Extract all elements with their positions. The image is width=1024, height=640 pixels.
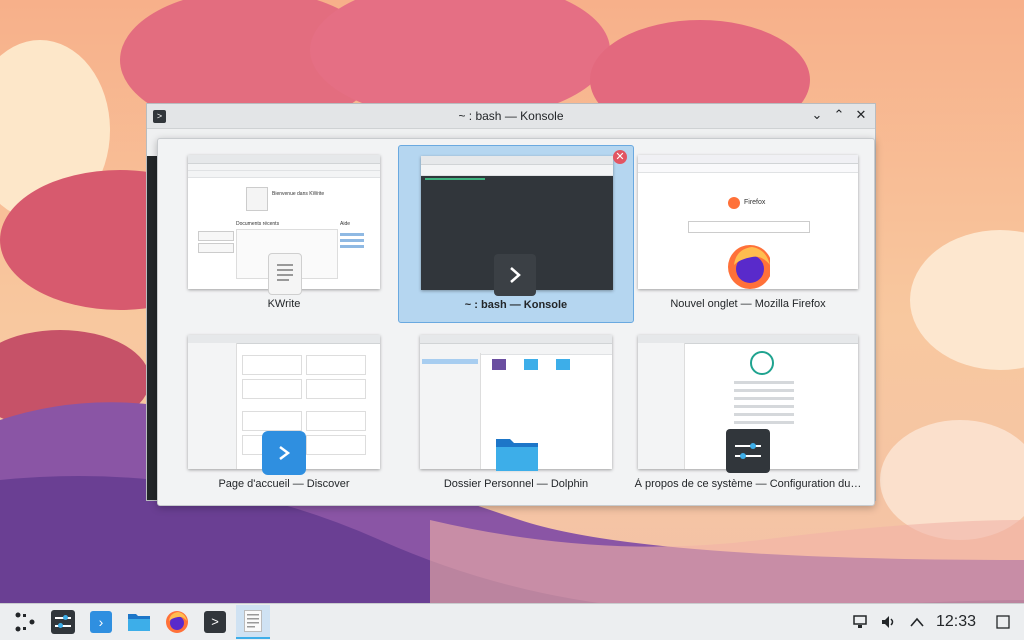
switcher-item-label: ~ : bash — Konsole [464, 299, 568, 311]
switcher-item-discover[interactable]: Page d'accueil — Discover [166, 325, 402, 503]
switcher-item-firefox[interactable]: Firefox Nouvel onglet — Mozilla Firefox [630, 145, 866, 323]
chevron-up-icon[interactable] [910, 617, 924, 627]
switcher-item-label: KWrite [267, 298, 301, 310]
switcher-item-dolphin[interactable]: Dossier Personnel — Dolphin [398, 325, 634, 503]
taskbar: › > 12:33 [0, 603, 1024, 640]
text-editor-icon [244, 610, 262, 632]
switcher-item-konsole[interactable]: ✕ ~ : bash — Konsole [398, 145, 634, 323]
system-tray: 12:33 [852, 604, 1024, 640]
window-title: ~ : bash — Konsole [458, 109, 564, 123]
konsole-titlebar[interactable]: > ~ : bash — Konsole ⌄ ⌃ ✕ [147, 104, 875, 129]
show-desktop-icon[interactable] [996, 615, 1010, 629]
volume-icon[interactable] [880, 614, 898, 630]
discover-icon: › [90, 611, 112, 633]
taskbar-dolphin[interactable] [122, 605, 156, 639]
system-settings-icon [726, 429, 770, 473]
taskbar-kwrite[interactable] [236, 605, 270, 639]
taskbar-konsole[interactable]: > [198, 605, 232, 639]
dolphin-icon [494, 431, 538, 475]
switcher-item-label: Page d'accueil — Discover [218, 478, 350, 490]
taskbar-discover[interactable]: › [84, 605, 118, 639]
switcher-item-system-settings[interactable]: À propos de ce système — Configuration d… [630, 325, 866, 503]
kwrite-icon [268, 253, 302, 295]
minimize-button[interactable]: ⌄ [809, 106, 825, 124]
taskbar-system-settings[interactable] [46, 605, 80, 639]
close-button[interactable]: ✕ [853, 106, 869, 124]
close-window-icon[interactable]: ✕ [613, 150, 627, 164]
firefox-icon [726, 245, 770, 289]
firefox-mini-logo [728, 197, 740, 209]
switcher-item-label: À propos de ce système — Configuration d… [634, 478, 862, 490]
switcher-item-label: Nouvel onglet — Mozilla Firefox [670, 298, 826, 310]
plasma-launcher-icon [15, 612, 35, 632]
terminal-icon: > [204, 611, 226, 633]
network-icon[interactable] [852, 614, 868, 630]
task-switcher: Bienvenue dans KWrite Documents récents … [157, 138, 875, 506]
application-launcher-button[interactable] [8, 605, 42, 639]
clock[interactable]: 12:33 [936, 613, 976, 631]
switcher-item-kwrite[interactable]: Bienvenue dans KWrite Documents récents … [166, 145, 402, 323]
switcher-item-label: Dossier Personnel — Dolphin [443, 478, 589, 490]
taskbar-firefox[interactable] [160, 605, 194, 639]
konsole-icon [494, 254, 536, 296]
discover-icon [262, 431, 306, 475]
sliders-icon [51, 610, 75, 634]
firefox-icon [166, 611, 188, 633]
maximize-button[interactable]: ⌃ [831, 106, 847, 124]
folder-icon [128, 614, 150, 631]
